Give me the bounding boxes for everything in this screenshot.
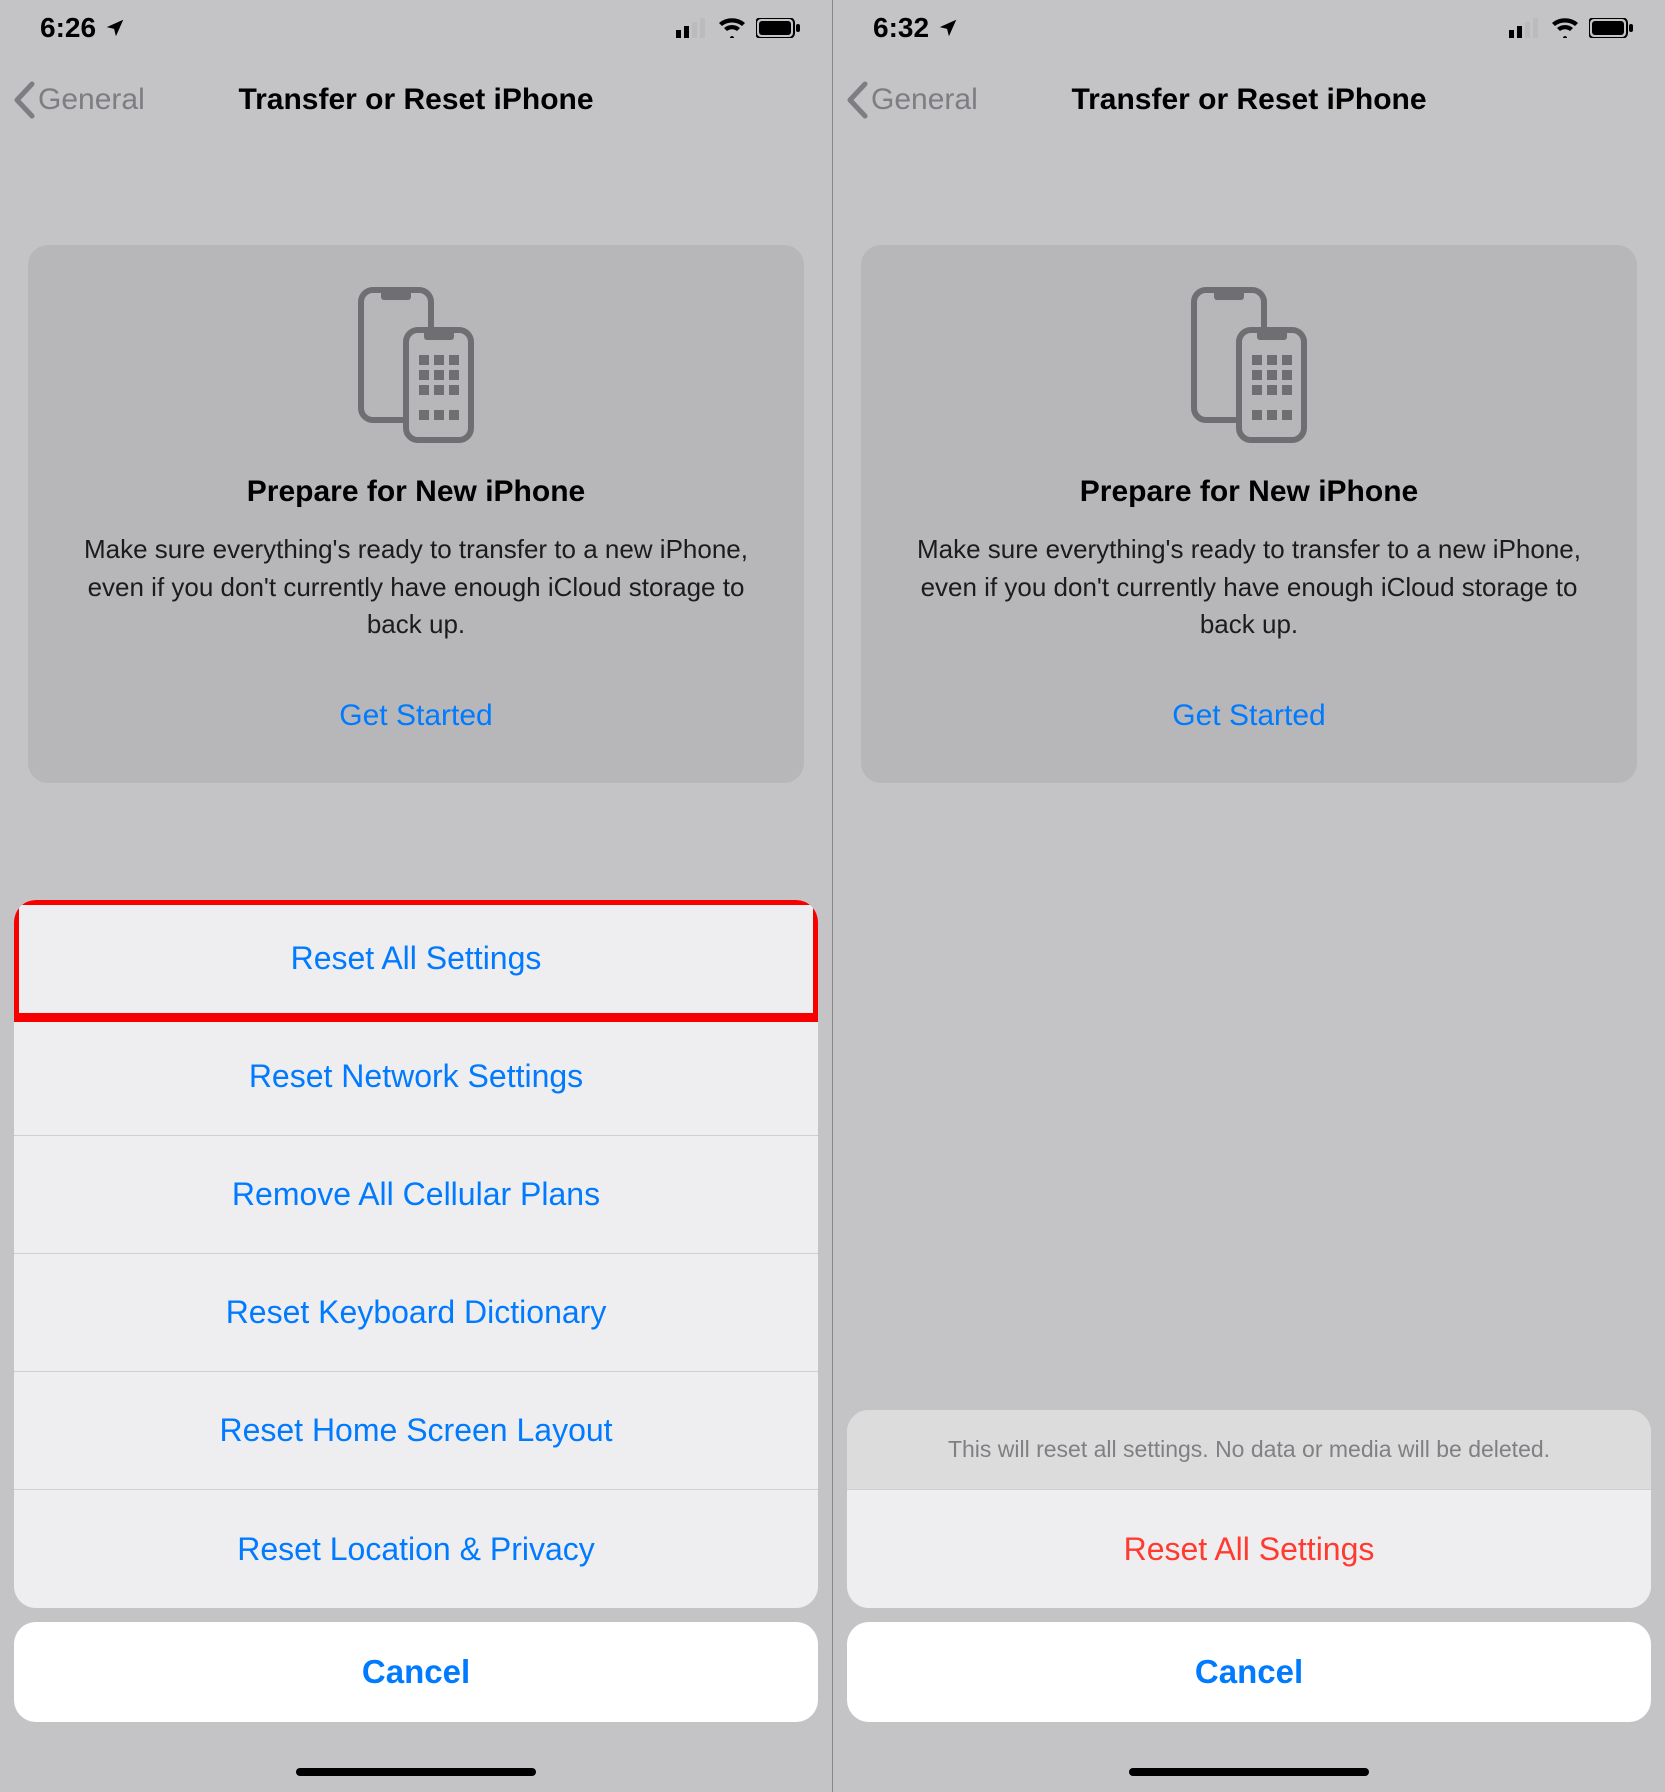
remove-cellular-plans-option[interactable]: Remove All Cellular Plans bbox=[14, 1136, 818, 1254]
page-title: Transfer or Reset iPhone bbox=[1071, 83, 1426, 117]
cellular-signal-icon bbox=[1509, 18, 1541, 38]
cancel-button[interactable]: Cancel bbox=[14, 1622, 818, 1722]
reset-location-privacy-option[interactable]: Reset Location & Privacy bbox=[14, 1490, 818, 1608]
nav-bar: General Transfer or Reset iPhone bbox=[0, 55, 832, 145]
get-started-link[interactable]: Get Started bbox=[58, 699, 774, 733]
cellular-signal-icon bbox=[676, 18, 708, 38]
reset-options-list: Reset All Settings Reset Network Setting… bbox=[14, 900, 818, 1608]
back-label: General bbox=[38, 83, 145, 117]
card-description: Make sure everything's ready to transfer… bbox=[58, 531, 774, 644]
home-indicator[interactable] bbox=[296, 1768, 536, 1776]
back-button[interactable]: General bbox=[845, 81, 978, 119]
back-label: General bbox=[871, 83, 978, 117]
get-started-link[interactable]: Get Started bbox=[891, 699, 1607, 733]
page-title: Transfer or Reset iPhone bbox=[238, 83, 593, 117]
confirm-action-sheet: This will reset all settings. No data or… bbox=[833, 1410, 1665, 1792]
back-button[interactable]: General bbox=[12, 81, 145, 119]
card-title: Prepare for New iPhone bbox=[891, 475, 1607, 509]
card-title: Prepare for New iPhone bbox=[58, 475, 774, 509]
reset-all-settings-option[interactable]: Reset All Settings bbox=[14, 900, 818, 1018]
devices-icon bbox=[58, 285, 774, 445]
reset-home-screen-option[interactable]: Reset Home Screen Layout bbox=[14, 1372, 818, 1490]
nav-bar: General Transfer or Reset iPhone bbox=[833, 55, 1665, 145]
reset-network-settings-option[interactable]: Reset Network Settings bbox=[14, 1018, 818, 1136]
confirm-list: This will reset all settings. No data or… bbox=[847, 1410, 1651, 1608]
devices-icon bbox=[891, 285, 1607, 445]
status-bar: 6:26 bbox=[0, 0, 832, 55]
phone-right: 6:32 General Transfer or Reset iPhone bbox=[833, 0, 1665, 1792]
location-icon bbox=[937, 17, 959, 39]
chevron-left-icon bbox=[845, 81, 869, 119]
status-bar: 6:32 bbox=[833, 0, 1665, 55]
location-icon bbox=[104, 17, 126, 39]
wifi-icon bbox=[718, 18, 746, 38]
cancel-button[interactable]: Cancel bbox=[847, 1622, 1651, 1722]
prepare-card: Prepare for New iPhone Make sure everyth… bbox=[28, 245, 804, 783]
confirm-message: This will reset all settings. No data or… bbox=[847, 1410, 1651, 1490]
reset-keyboard-dictionary-option[interactable]: Reset Keyboard Dictionary bbox=[14, 1254, 818, 1372]
battery-icon bbox=[1589, 18, 1633, 38]
status-time: 6:32 bbox=[873, 12, 929, 44]
action-sheet: Reset All Settings Reset Network Setting… bbox=[0, 900, 832, 1792]
reset-all-settings-confirm[interactable]: Reset All Settings bbox=[847, 1490, 1651, 1608]
home-indicator[interactable] bbox=[1129, 1768, 1369, 1776]
status-time: 6:26 bbox=[40, 12, 96, 44]
battery-icon bbox=[756, 18, 800, 38]
prepare-card: Prepare for New iPhone Make sure everyth… bbox=[861, 245, 1637, 783]
wifi-icon bbox=[1551, 18, 1579, 38]
card-description: Make sure everything's ready to transfer… bbox=[891, 531, 1607, 644]
phone-left: 6:26 General Transfer or Reset iPhone bbox=[0, 0, 832, 1792]
chevron-left-icon bbox=[12, 81, 36, 119]
